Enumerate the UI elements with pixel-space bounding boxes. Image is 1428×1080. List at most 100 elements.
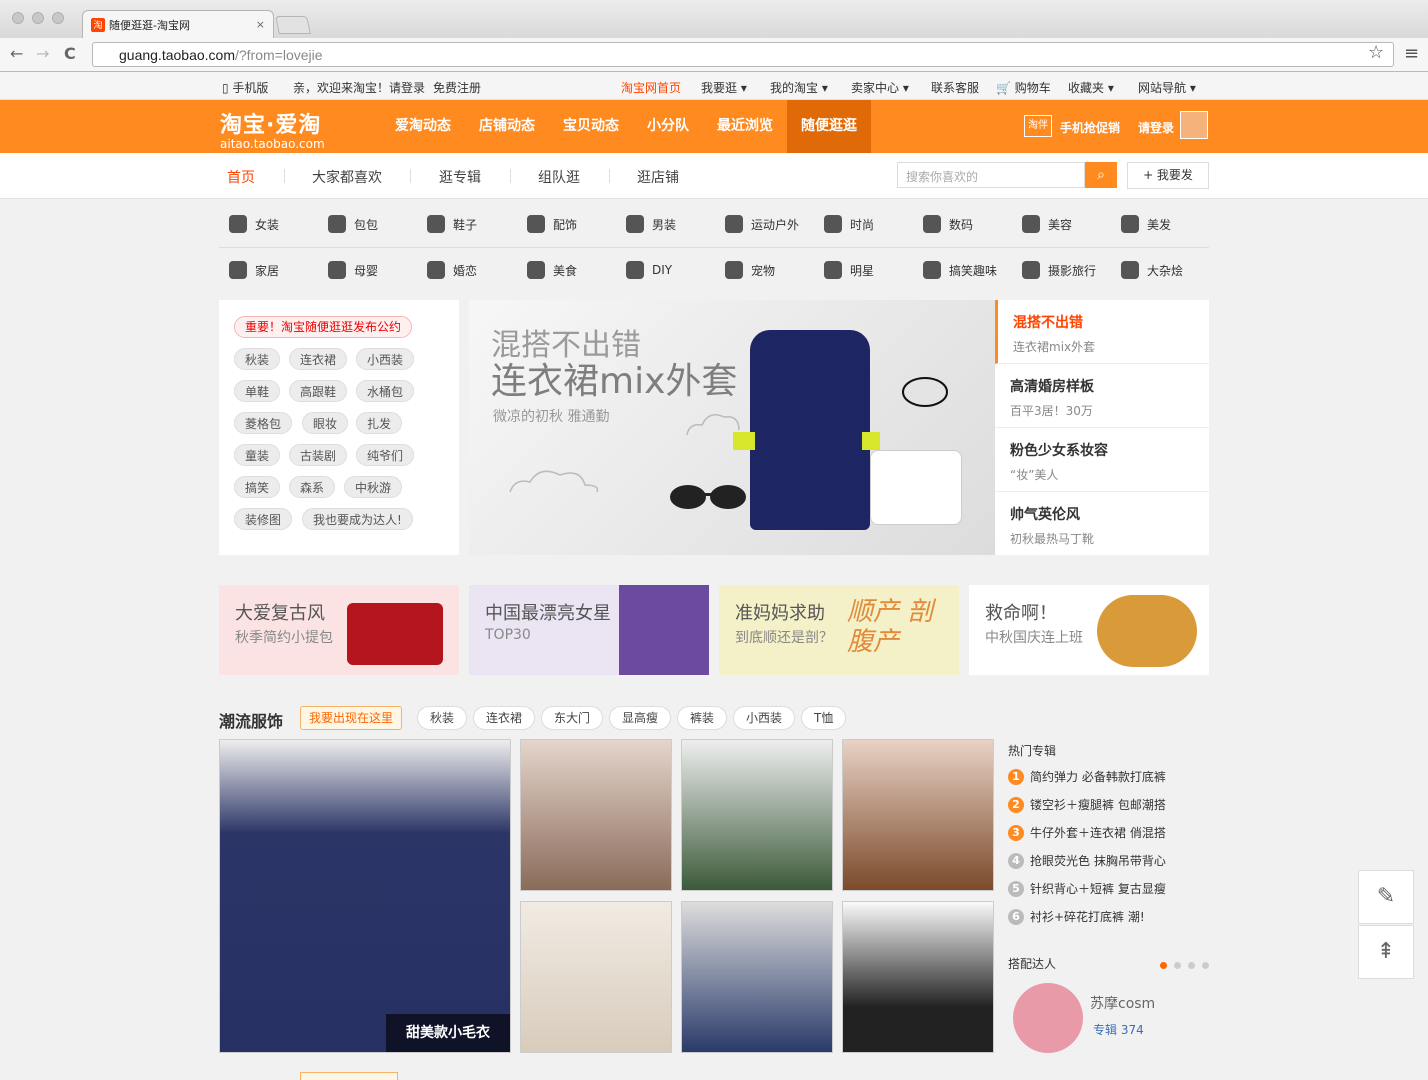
forward-icon[interactable]: → xyxy=(36,44,49,63)
tag-item[interactable]: 古装剧 xyxy=(289,444,348,466)
appear-here-button[interactable]: 我要出现在这里 xyxy=(300,706,403,730)
header-login-link[interactable]: 请登录 xyxy=(1138,119,1174,136)
hot-album-item[interactable]: 1 简约弹力 必备韩款打底裤 xyxy=(1008,768,1166,785)
hot-album-item[interactable]: 5 针织背心＋短裤 复古显瘦 xyxy=(1008,880,1166,897)
my-taobao-menu[interactable]: 我的淘宝 ▾ xyxy=(770,79,828,96)
register-link[interactable]: 免费注册 xyxy=(433,79,481,96)
tag-item[interactable]: 菱格包 xyxy=(234,412,293,434)
tag-item[interactable]: 森系 xyxy=(289,476,336,498)
expert-name[interactable]: 苏摩cosm xyxy=(1090,993,1155,1013)
promo-card[interactable]: 准妈妈求助 到底顺还是剖？ 顺产 剖腹产 xyxy=(719,585,959,675)
product-photo[interactable] xyxy=(842,901,994,1053)
next-section-button[interactable] xyxy=(300,1072,398,1080)
subtab-albums[interactable]: 逛专辑 xyxy=(439,167,481,187)
buy-menu[interactable]: 我要逛 ▾ xyxy=(701,79,747,96)
browser-tab[interactable]: 淘 随便逛逛-淘宝网 × xyxy=(82,10,274,38)
tag-item[interactable]: 秋装 xyxy=(234,348,281,370)
expert-album-count[interactable]: 专辑 374 xyxy=(1093,1021,1144,1038)
carousel-dot[interactable] xyxy=(1160,962,1167,969)
tab-close-icon[interactable]: × xyxy=(256,18,265,31)
subtab-popular[interactable]: 大家都喜欢 xyxy=(312,167,382,187)
carousel-dot[interactable] xyxy=(1188,962,1195,969)
category-food[interactable]: 美食 xyxy=(527,260,577,280)
search-icon[interactable]: ⌕ xyxy=(1085,162,1117,188)
back-to-top-icon[interactable]: ⇞ xyxy=(1358,925,1414,979)
tag-item[interactable]: 我也要成为达人! xyxy=(302,508,413,530)
back-icon[interactable]: ← xyxy=(10,44,23,63)
tag-item[interactable]: 童装 xyxy=(234,444,281,466)
category-diy[interactable]: DIY xyxy=(626,260,672,280)
favorites-menu[interactable]: 收藏夹 ▾ xyxy=(1068,79,1114,96)
category-women[interactable]: 女装 xyxy=(229,214,279,234)
post-button[interactable]: + 我要发 xyxy=(1127,162,1209,189)
mobile-promo-link[interactable]: 手机抢促销 xyxy=(1060,119,1120,136)
tag-item[interactable]: 搞笑 xyxy=(234,476,281,498)
hot-album-item[interactable]: 6 衬衫+碎花打底裤 潮! xyxy=(1008,908,1145,925)
edit-icon[interactable]: ✎ xyxy=(1358,870,1414,924)
featured-item[interactable]: 混搭不出错 连衣裙mix外套 xyxy=(995,300,1209,364)
bookmark-star-icon[interactable]: ☆ xyxy=(1368,42,1384,63)
customer-service-link[interactable]: 联系客服 xyxy=(931,79,979,96)
product-photo[interactable] xyxy=(681,739,833,891)
tag-item[interactable]: 小西装 xyxy=(356,348,415,370)
subtab-team[interactable]: 组队逛 xyxy=(538,167,580,187)
product-photo[interactable] xyxy=(520,739,672,891)
new-tab-button[interactable] xyxy=(275,16,311,34)
featured-item[interactable]: 粉色少女系妆容 “妆”美人 xyxy=(995,428,1209,492)
tag-item[interactable]: 单鞋 xyxy=(234,380,281,402)
section-tag[interactable]: 显高瘦 xyxy=(609,706,672,730)
search-input[interactable]: 搜索你喜欢的 xyxy=(897,162,1085,188)
hot-album-item[interactable]: 3 牛仔外套＋连衣裙 俏混搭 xyxy=(1008,824,1166,841)
product-photo[interactable] xyxy=(520,901,672,1053)
category-shoes[interactable]: 鞋子 xyxy=(427,214,477,234)
taobao-home-link[interactable]: 淘宝网首页 xyxy=(621,79,681,96)
section-tag[interactable]: 东大门 xyxy=(541,706,604,730)
promo-card[interactable]: 中国最漂亮女星 TOP30 xyxy=(469,585,709,675)
tag-item[interactable]: 眼妆 xyxy=(302,412,349,434)
tag-item[interactable]: 纯爷们 xyxy=(356,444,415,466)
category-travel[interactable]: 摄影旅行 xyxy=(1022,260,1096,280)
category-stars[interactable]: 明星 xyxy=(824,260,874,280)
tag-item[interactable]: 扎发 xyxy=(356,412,403,434)
promo-card[interactable]: 救命啊！ 中秋国庆连上班 xyxy=(969,585,1209,675)
sitemap-menu[interactable]: 网站导航 ▾ xyxy=(1138,79,1196,96)
category-pets[interactable]: 宠物 xyxy=(725,260,775,280)
category-funny[interactable]: 搞笑趣味 xyxy=(923,260,997,280)
subtab-home[interactable]: 首页 xyxy=(227,167,255,187)
promo-card[interactable]: 大爱复古风 秋季简约小提包 xyxy=(219,585,459,675)
section-tag[interactable]: 裤装 xyxy=(677,706,728,730)
notice-tag[interactable]: 重要！淘宝随便逛逛发布公约 xyxy=(234,316,413,338)
tab-browse[interactable]: 随便逛逛 xyxy=(787,100,871,153)
product-photo[interactable] xyxy=(681,901,833,1053)
hot-album-item[interactable]: 2 镂空衫＋瘦腿裤 包邮潮搭 xyxy=(1008,796,1166,813)
category-sports[interactable]: 运动户外 xyxy=(725,214,799,234)
section-tag[interactable]: 秋装 xyxy=(417,706,468,730)
cart-link[interactable]: 🛒 购物车 xyxy=(996,79,1051,96)
carousel-dot[interactable] xyxy=(1174,962,1181,969)
hot-album-item[interactable]: 4 抢眼荧光色 抹胸吊带背心 xyxy=(1008,852,1166,869)
menu-icon[interactable]: ≡ xyxy=(1404,43,1419,64)
category-fashion[interactable]: 时尚 xyxy=(824,214,874,234)
address-bar[interactable]: guang.taobao.com/?from=lovejie xyxy=(92,42,1394,67)
category-bags[interactable]: 包包 xyxy=(328,214,378,234)
category-men[interactable]: 男装 xyxy=(626,214,676,234)
featured-item[interactable]: 帅气英伦风 初秋最热马丁靴 xyxy=(995,492,1209,556)
expert-avatar[interactable] xyxy=(1013,983,1083,1053)
category-home[interactable]: 家居 xyxy=(229,260,279,280)
product-photo-large[interactable] xyxy=(219,739,511,1053)
category-beauty[interactable]: 美容 xyxy=(1022,214,1072,234)
mobile-link[interactable]: ▯ 手机版 xyxy=(222,79,268,96)
seller-center-menu[interactable]: 卖家中心 ▾ xyxy=(851,79,909,96)
close-window-button[interactable] xyxy=(12,12,24,24)
section-tag[interactable]: T恤 xyxy=(801,706,847,730)
section-tag[interactable]: 小西装 xyxy=(733,706,796,730)
user-avatar-icon[interactable] xyxy=(1180,111,1208,139)
aitao-logo[interactable]: 淘宝·爱淘 aitao.taobao.com xyxy=(220,107,325,151)
tab-item-feed[interactable]: 宝贝动态 xyxy=(549,100,633,153)
tab-squad[interactable]: 小分队 xyxy=(633,100,703,153)
subtab-shops[interactable]: 逛店铺 xyxy=(637,167,679,187)
tag-item[interactable]: 连衣裙 xyxy=(289,348,348,370)
featured-item[interactable]: 高清婚房样板 百平3居！30万 xyxy=(995,364,1209,428)
section-tag[interactable]: 连衣裙 xyxy=(473,706,536,730)
tag-item[interactable]: 中秋游 xyxy=(344,476,403,498)
